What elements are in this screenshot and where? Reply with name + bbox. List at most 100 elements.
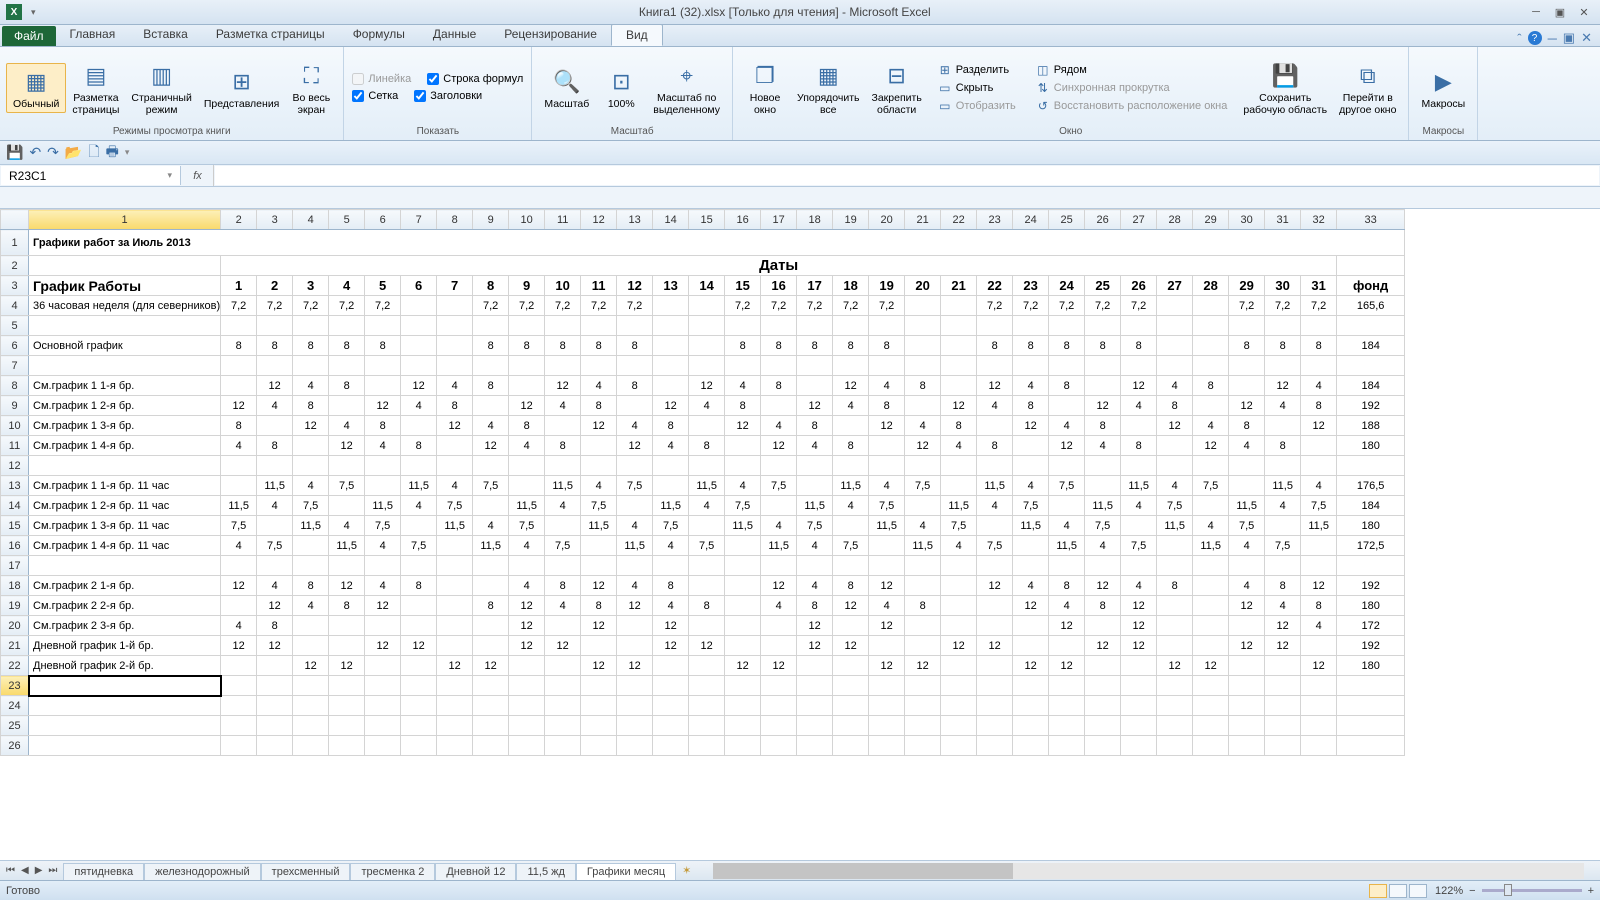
sheet-tab[interactable]: пятидневка xyxy=(63,863,144,880)
cell[interactable]: 4 xyxy=(797,576,833,596)
day-header[interactable]: 24 xyxy=(1049,276,1085,296)
cell[interactable] xyxy=(29,736,221,756)
cell[interactable]: 7,5 xyxy=(1193,476,1229,496)
cell[interactable]: 11,5 xyxy=(1121,476,1157,496)
cell[interactable]: 12 xyxy=(1301,656,1337,676)
row-label[interactable]: См.график 2 1-я бр. xyxy=(29,576,221,596)
cell[interactable]: 11,5 xyxy=(1013,516,1049,536)
cell[interactable] xyxy=(1229,376,1265,396)
row-header[interactable]: 16 xyxy=(1,536,29,556)
cell[interactable] xyxy=(401,716,437,736)
cell[interactable] xyxy=(329,556,365,576)
cell[interactable]: 4 xyxy=(473,416,509,436)
cell[interactable]: 7,2 xyxy=(1085,296,1121,316)
cell[interactable] xyxy=(509,556,545,576)
cell[interactable] xyxy=(401,676,437,696)
cell[interactable] xyxy=(941,356,977,376)
col-header[interactable]: 7 xyxy=(401,210,437,230)
freeze-panes-button[interactable]: ⊟Закрепить области xyxy=(866,58,928,118)
macros-button[interactable]: ▶Макросы xyxy=(1415,64,1471,112)
cell[interactable] xyxy=(689,716,725,736)
cell[interactable] xyxy=(581,636,617,656)
row-label[interactable]: Основной график xyxy=(29,336,221,356)
cell[interactable]: 7,5 xyxy=(1265,536,1301,556)
cell[interactable] xyxy=(329,736,365,756)
cell[interactable] xyxy=(1193,676,1229,696)
cell[interactable] xyxy=(257,656,293,676)
cell[interactable]: 8 xyxy=(833,436,869,456)
col-header[interactable]: 8 xyxy=(437,210,473,230)
cell[interactable]: 12 xyxy=(437,416,473,436)
doc-restore-icon[interactable]: ▣ xyxy=(1563,30,1575,46)
cell[interactable] xyxy=(1157,536,1193,556)
row-header[interactable]: 24 xyxy=(1,696,29,716)
cell[interactable]: 11,5 xyxy=(401,476,437,496)
arrange-button[interactable]: ▦Упорядочить все xyxy=(791,58,865,118)
cell[interactable]: 8 xyxy=(869,396,905,416)
cell[interactable]: 7,2 xyxy=(1049,296,1085,316)
fund-header[interactable]: фонд xyxy=(1337,276,1405,296)
cell[interactable]: 12 xyxy=(869,656,905,676)
cell[interactable] xyxy=(1013,676,1049,696)
cell[interactable] xyxy=(401,516,437,536)
cell[interactable] xyxy=(869,676,905,696)
cell[interactable] xyxy=(797,556,833,576)
cell[interactable] xyxy=(1229,716,1265,736)
sheet-tab[interactable]: трехсменный xyxy=(261,863,351,880)
cell[interactable] xyxy=(329,496,365,516)
cell[interactable] xyxy=(689,556,725,576)
cell[interactable]: 12 xyxy=(689,376,725,396)
cell[interactable] xyxy=(761,496,797,516)
row-header[interactable]: 18 xyxy=(1,576,29,596)
cell[interactable]: 4 xyxy=(617,516,653,536)
cell[interactable]: 12 xyxy=(257,596,293,616)
cell[interactable]: 7,5 xyxy=(1229,516,1265,536)
cell[interactable] xyxy=(1265,736,1301,756)
cell[interactable] xyxy=(329,696,365,716)
zoom-slider[interactable] xyxy=(1482,889,1582,892)
cell[interactable]: 7,2 xyxy=(365,296,401,316)
cell[interactable] xyxy=(221,476,257,496)
cell[interactable] xyxy=(1229,456,1265,476)
ribbon-tab-3[interactable]: Формулы xyxy=(339,24,419,46)
cell[interactable] xyxy=(941,476,977,496)
cell[interactable] xyxy=(797,696,833,716)
cell[interactable] xyxy=(1013,556,1049,576)
row-header[interactable]: 20 xyxy=(1,616,29,636)
col-header[interactable]: 6 xyxy=(365,210,401,230)
cell[interactable] xyxy=(1157,676,1193,696)
cell[interactable]: 8 xyxy=(581,336,617,356)
cell[interactable] xyxy=(689,316,725,336)
cell[interactable]: 7,2 xyxy=(581,296,617,316)
cell[interactable] xyxy=(941,716,977,736)
cell[interactable] xyxy=(1193,696,1229,716)
cell[interactable]: 7,5 xyxy=(221,516,257,536)
cell[interactable] xyxy=(833,556,869,576)
cell[interactable] xyxy=(1049,676,1085,696)
cell[interactable]: 4 xyxy=(1085,536,1121,556)
cell[interactable] xyxy=(473,716,509,736)
cell[interactable]: 8 xyxy=(545,576,581,596)
view-page-layout-button[interactable]: ▤Разметка страницы xyxy=(66,58,125,118)
cell[interactable] xyxy=(689,296,725,316)
cell[interactable]: 4 xyxy=(545,496,581,516)
cell[interactable] xyxy=(1049,356,1085,376)
cell[interactable] xyxy=(257,676,293,696)
cell[interactable]: 7,2 xyxy=(257,296,293,316)
cell[interactable] xyxy=(977,316,1013,336)
cell[interactable]: 12 xyxy=(1121,596,1157,616)
row-label[interactable] xyxy=(29,316,221,336)
cell[interactable] xyxy=(833,696,869,716)
cell[interactable]: 7,5 xyxy=(617,476,653,496)
cell[interactable] xyxy=(1337,676,1405,696)
cell[interactable] xyxy=(473,396,509,416)
cell[interactable]: 7,2 xyxy=(1121,296,1157,316)
cell[interactable] xyxy=(905,356,941,376)
cell[interactable] xyxy=(869,736,905,756)
cell[interactable]: 4 xyxy=(1085,436,1121,456)
cell[interactable]: 12 xyxy=(869,416,905,436)
cell[interactable] xyxy=(1193,396,1229,416)
cell[interactable]: 4 xyxy=(1049,596,1085,616)
cell[interactable] xyxy=(1301,716,1337,736)
cell[interactable] xyxy=(869,696,905,716)
